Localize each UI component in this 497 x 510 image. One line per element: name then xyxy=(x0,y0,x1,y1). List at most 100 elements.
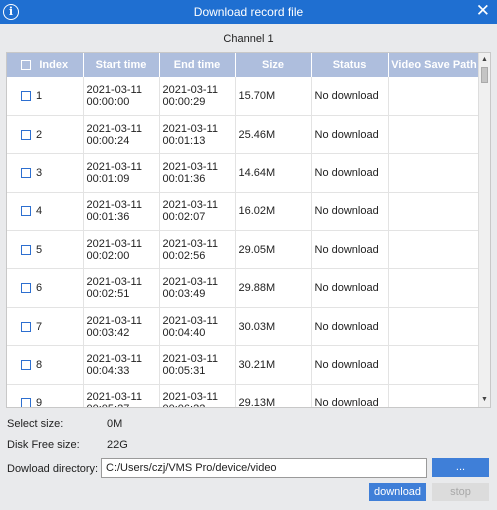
column-header-end-time: End time xyxy=(159,53,236,77)
status-cell: No download xyxy=(311,307,389,347)
browse-button[interactable]: ... xyxy=(432,458,489,477)
start-date: 2021-03-11 xyxy=(86,352,142,365)
start-time-cell: 2021-03-11 00:01:09 xyxy=(83,153,160,193)
row-index-cell: 7 xyxy=(7,307,84,347)
end-clock: 00:05:31 xyxy=(162,364,206,377)
start-date: 2021-03-11 xyxy=(86,391,142,404)
table-row[interactable]: 4 2021-03-11 00:01:36 2021-03-11 00:02:07 16.… xyxy=(7,192,481,232)
column-header-video-save-path: Video Save Path xyxy=(388,53,481,77)
select-all-checkbox[interactable] xyxy=(21,60,32,71)
end-time-cell: 2021-03-11 00:01:13 xyxy=(159,115,236,155)
scroll-down-icon[interactable]: ▼ xyxy=(479,394,490,406)
start-clock: 00:00:24 xyxy=(86,134,130,147)
start-clock: 00:03:42 xyxy=(86,326,130,339)
save-path-cell xyxy=(388,307,481,347)
save-path-cell xyxy=(388,268,481,308)
start-clock: 00:02:00 xyxy=(86,249,130,262)
status-cell: No download xyxy=(311,77,389,116)
start-date: 2021-03-11 xyxy=(86,160,142,173)
row-index: 7 xyxy=(36,320,43,333)
size-cell: 25.46M xyxy=(235,115,312,155)
start-time-cell: 2021-03-11 00:00:24 xyxy=(83,115,160,155)
end-date: 2021-03-11 xyxy=(162,352,218,365)
row-index: 4 xyxy=(36,205,43,218)
end-time-cell: 2021-03-11 00:02:07 xyxy=(159,192,236,232)
end-date: 2021-03-11 xyxy=(162,199,218,212)
end-date: 2021-03-11 xyxy=(162,122,218,135)
directory-label: Dowload directory: xyxy=(7,463,99,475)
end-date: 2021-03-11 xyxy=(162,276,218,289)
end-time-cell: 2021-03-11 00:01:36 xyxy=(159,153,236,193)
scroll-up-icon[interactable]: ▲ xyxy=(479,54,490,66)
row-checkbox[interactable] xyxy=(21,244,31,255)
end-time-cell: 2021-03-11 00:05:31 xyxy=(159,345,236,385)
row-index-cell: 1 xyxy=(7,77,84,116)
start-time-cell: 2021-03-11 00:02:51 xyxy=(83,268,160,308)
status-cell: No download xyxy=(311,384,389,407)
row-index: 6 xyxy=(36,282,43,295)
download-button[interactable]: download xyxy=(369,483,426,501)
channel-label: Channel 1 xyxy=(223,33,274,45)
table-row[interactable]: 6 2021-03-11 00:02:51 2021-03-11 00:03:49 29.… xyxy=(7,268,481,308)
window-title: Download record file xyxy=(193,5,304,19)
row-checkbox[interactable] xyxy=(21,91,31,102)
close-icon[interactable]: ✕ xyxy=(476,2,490,20)
row-index: 8 xyxy=(36,358,43,371)
start-time-cell: 2021-03-11 00:04:33 xyxy=(83,345,160,385)
start-clock: 00:00:00 xyxy=(86,95,130,108)
start-time-cell: 2021-03-11 00:01:36 xyxy=(83,192,160,232)
row-checkbox[interactable] xyxy=(21,129,31,140)
start-date: 2021-03-11 xyxy=(86,237,142,250)
start-date: 2021-03-11 xyxy=(86,122,142,135)
column-header-index: Index xyxy=(7,53,84,77)
size-cell: 16.02M xyxy=(235,192,312,232)
start-time-cell: 2021-03-11 00:00:00 xyxy=(83,77,160,116)
scroll-thumb[interactable] xyxy=(481,67,488,83)
directory-input[interactable] xyxy=(101,458,427,478)
save-path-cell xyxy=(388,77,481,116)
row-index-cell: 6 xyxy=(7,268,84,308)
row-checkbox[interactable] xyxy=(21,283,31,294)
disk-free-row: Disk Free size: 22G xyxy=(7,439,128,451)
table-row[interactable]: 92021-03-1100:05:272021-03-1100:06:2229.… xyxy=(7,384,481,407)
row-index-cell: 5 xyxy=(7,230,84,270)
table-row[interactable]: 7 2021-03-11 00:03:42 2021-03-11 00:04:40 30.… xyxy=(7,307,481,347)
size-cell: 29.05M xyxy=(235,230,312,270)
size-cell: 30.21M xyxy=(235,345,312,385)
table-row[interactable]: 8 2021-03-11 00:04:33 2021-03-11 00:05:31 30.… xyxy=(7,345,481,385)
end-clock: 00:03:49 xyxy=(162,288,206,301)
row-checkbox[interactable] xyxy=(21,398,31,407)
row-checkbox[interactable] xyxy=(21,321,31,332)
end-clock: 00:00:29 xyxy=(162,95,206,108)
row-index: 5 xyxy=(36,243,43,256)
status-cell: No download xyxy=(311,268,389,308)
start-clock: 00:01:09 xyxy=(86,172,130,185)
record-table: Index Start time End time Size Status Vi… xyxy=(6,52,491,408)
row-index-cell: 2 xyxy=(7,115,84,155)
row-checkbox[interactable] xyxy=(21,206,31,217)
table-row[interactable]: 3 2021-03-11 00:01:09 2021-03-11 00:01:36 14.… xyxy=(7,153,481,193)
row-index-cell: 3 xyxy=(7,153,84,193)
table-row[interactable]: 1 2021-03-11 00:00:00 2021-03-11 00:00:29 15.… xyxy=(7,77,481,116)
end-date: 2021-03-11 xyxy=(162,160,218,173)
title-bar: i Download record file ✕ xyxy=(0,0,497,24)
stop-button[interactable]: stop xyxy=(432,483,489,501)
start-time-cell: 2021-03-11 00:02:00 xyxy=(83,230,160,270)
table-row[interactable]: 5 2021-03-11 00:02:00 2021-03-11 00:02:56 29.… xyxy=(7,230,481,270)
status-cell: No download xyxy=(311,115,389,155)
end-time-cell: 2021-03-11 00:03:49 xyxy=(159,268,236,308)
row-checkbox[interactable] xyxy=(21,360,31,371)
table-row[interactable]: 2 2021-03-11 00:00:24 2021-03-11 00:01:13 25.… xyxy=(7,115,481,155)
end-clock: 00:04:40 xyxy=(162,326,206,339)
column-header-status: Status xyxy=(311,53,389,77)
status-cell: No download xyxy=(311,153,389,193)
row-checkbox[interactable] xyxy=(21,168,31,179)
column-header-size: Size xyxy=(235,53,312,77)
end-date: 2021-03-11 xyxy=(162,83,218,96)
row-index: 1 xyxy=(36,89,43,102)
table-scrollbar[interactable]: ▲ ▼ xyxy=(478,53,490,407)
row-index: 2 xyxy=(36,128,43,141)
start-date: 2021-03-11 xyxy=(86,199,142,212)
row-index-cell: 4 xyxy=(7,192,84,232)
size-cell: 30.03M xyxy=(235,307,312,347)
